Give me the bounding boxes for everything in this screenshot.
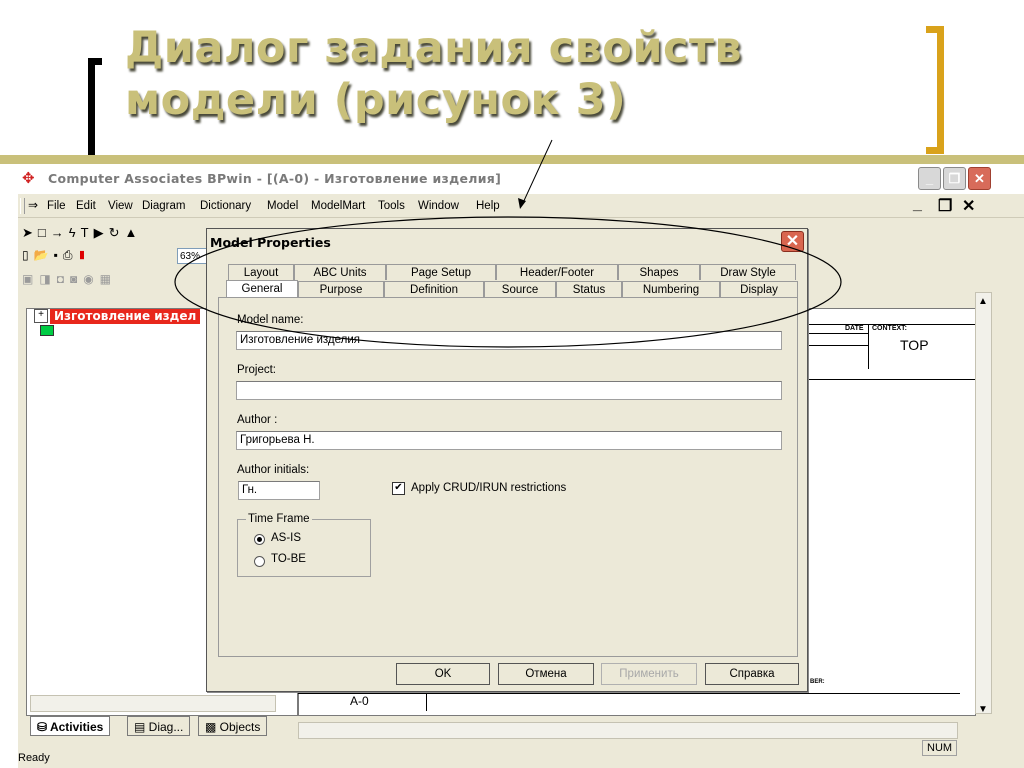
annotation-overlay bbox=[174, 139, 842, 348]
annotation-pointer-line bbox=[521, 139, 553, 206]
tabs-highlight-ellipse bbox=[174, 216, 842, 348]
